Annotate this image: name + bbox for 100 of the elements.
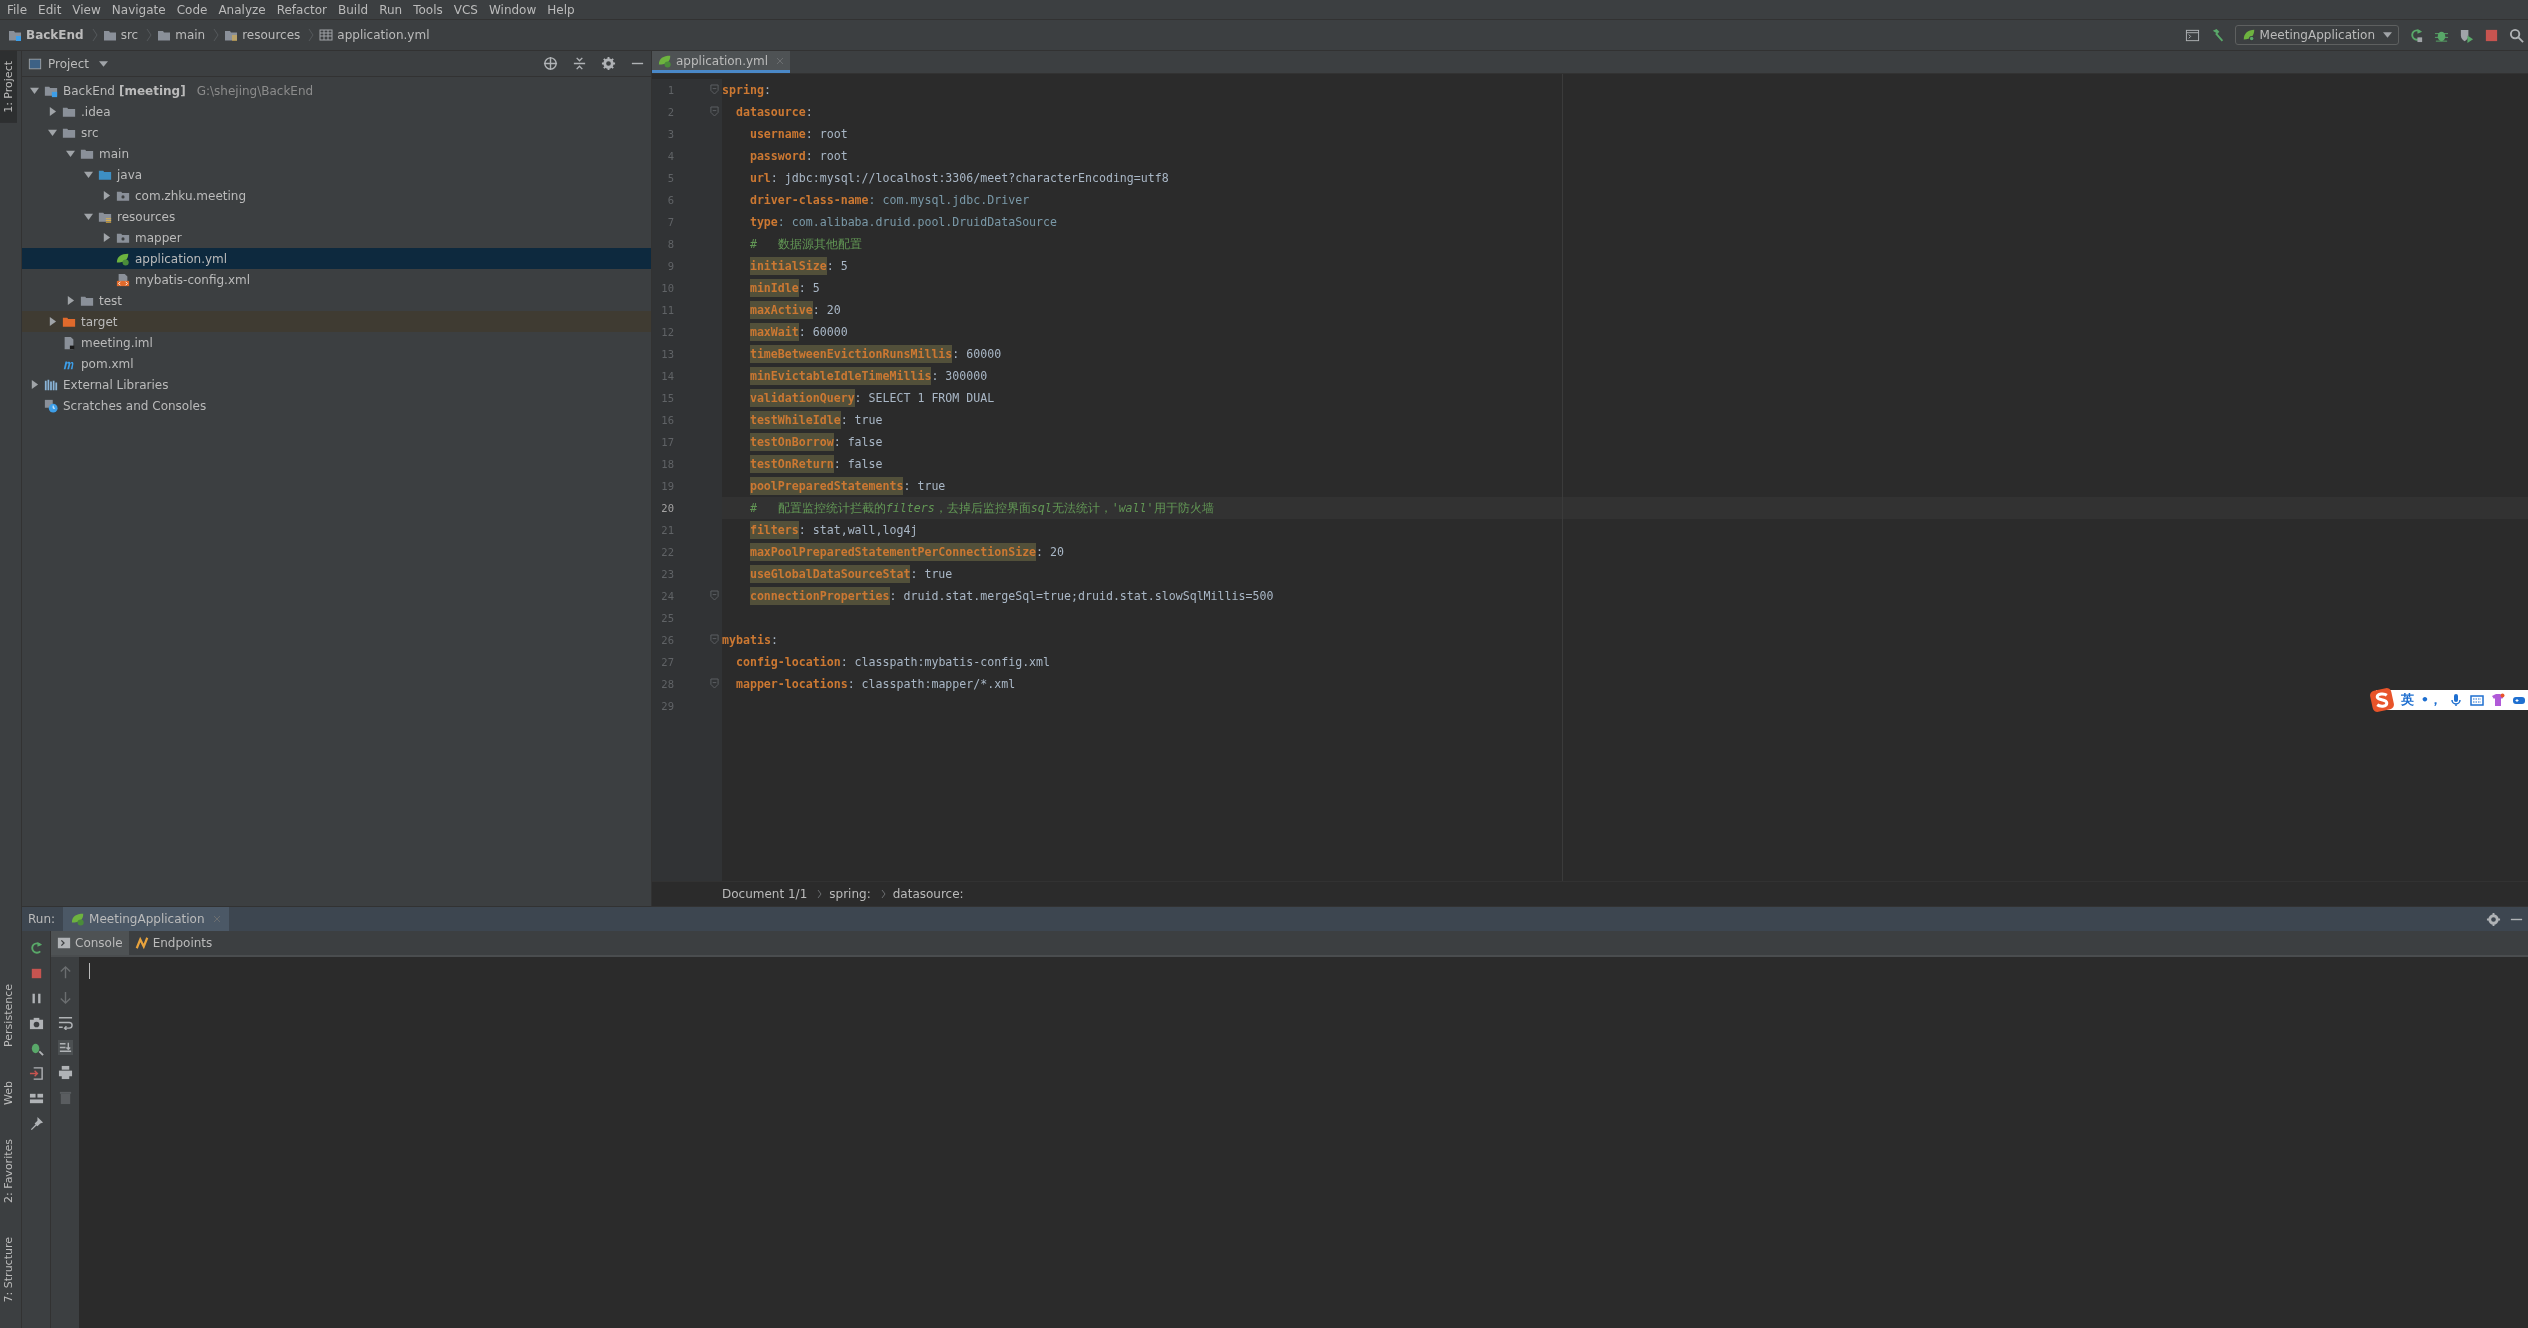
leaf-icon: [71, 912, 86, 926]
panel-title: Run:: [28, 912, 56, 926]
tool-window-button[interactable]: 2: Favorites: [0, 1128, 21, 1213]
menu-item[interactable]: Window: [483, 2, 542, 17]
expanded-arrow-icon[interactable]: [48, 128, 57, 137]
tree-item[interactable]: com.zhku.meeting: [22, 185, 651, 206]
menu-item[interactable]: Code: [171, 2, 213, 17]
leaf-icon: [658, 53, 672, 68]
soft-wrap-icon[interactable]: [57, 1015, 73, 1030]
stop-icon[interactable]: [2484, 27, 2499, 43]
module-folder-icon: [8, 28, 22, 42]
menu-item[interactable]: Run: [374, 2, 408, 17]
rerun-icon[interactable]: [28, 941, 44, 956]
collapsed-arrow-icon[interactable]: [102, 191, 111, 200]
tool-window-button[interactable]: Web: [0, 1070, 21, 1115]
fold-marker-icon[interactable]: [710, 678, 719, 689]
run-tab[interactable]: MeetingApplication: [63, 907, 229, 931]
collapsed-arrow-icon[interactable]: [30, 380, 39, 389]
tree-item[interactable]: java: [22, 164, 651, 185]
breadcrumb[interactable]: src: [102, 28, 153, 42]
menu-item[interactable]: Navigate: [106, 2, 171, 17]
collapsed-arrow-icon[interactable]: [48, 317, 57, 326]
expanded-arrow-icon[interactable]: [66, 149, 75, 158]
menu-item[interactable]: Help: [542, 2, 580, 17]
tree-item[interactable]: pom.xml: [22, 353, 651, 374]
collapsed-arrow-icon[interactable]: [48, 107, 57, 116]
keyboard-icon[interactable]: [2470, 693, 2484, 707]
menu-item[interactable]: Tools: [408, 2, 448, 17]
menu-item[interactable]: Edit: [33, 2, 67, 17]
code-line: timeBetweenEvictionRunsMillis: 60000: [749, 347, 1002, 361]
tree-item[interactable]: resources: [22, 206, 651, 227]
tool-window-button[interactable]: Persistence: [0, 973, 21, 1057]
camera-icon[interactable]: [28, 1016, 44, 1031]
collapsed-arrow-icon[interactable]: [102, 233, 111, 242]
code-line: maxActive: 20: [749, 303, 841, 317]
code-line: spring:: [722, 83, 771, 97]
layout-icon[interactable]: [28, 1091, 44, 1106]
console-tab[interactable]: Endpoints: [128, 931, 219, 955]
breadcrumb[interactable]: resources: [224, 28, 315, 42]
tree-item[interactable]: meeting.iml: [22, 332, 651, 353]
tree-item[interactable]: External Libraries: [22, 374, 651, 395]
tree-item[interactable]: test: [22, 290, 651, 311]
tree-item[interactable]: .idea: [22, 101, 651, 122]
menu-item[interactable]: VCS: [448, 2, 483, 17]
menu-item[interactable]: Build: [333, 2, 374, 17]
breadcrumb[interactable]: BackEnd: [8, 28, 98, 42]
tree-item[interactable]: BackEnd [meeting] G:\shejing\BackEnd: [22, 80, 651, 101]
console-tab[interactable]: Console: [51, 931, 129, 955]
fold-marker-icon[interactable]: [710, 106, 719, 117]
folder-icon: [157, 28, 172, 42]
collapsed-arrow-icon[interactable]: [66, 296, 75, 305]
code-line: url: jdbc:mysql://localhost:3306/meet?characterEncoding=utf8: [749, 171, 1169, 185]
crosshair-icon[interactable]: [543, 56, 558, 71]
fold-marker-icon[interactable]: [710, 84, 719, 95]
shield-run-icon[interactable]: [2459, 27, 2474, 43]
shirt-icon[interactable]: [2491, 693, 2505, 707]
tree-item[interactable]: target: [22, 311, 651, 332]
settings-icon[interactable]: [601, 56, 616, 71]
tree-item[interactable]: Scratches and Consoles: [22, 395, 651, 416]
editor-tab[interactable]: application.yml: [652, 51, 791, 73]
settings-icon[interactable]: [2486, 911, 2501, 927]
code-line: mybatis:: [722, 633, 778, 647]
window-icon[interactable]: [2184, 27, 2200, 43]
folder-icon: [102, 28, 117, 42]
expanded-arrow-icon[interactable]: [30, 86, 39, 95]
chevron-icon: [817, 887, 824, 901]
pin-icon[interactable]: [28, 1116, 44, 1131]
menu-item[interactable]: View: [67, 2, 106, 17]
menu-item[interactable]: Refactor: [271, 2, 333, 17]
tree-item[interactable]: src: [22, 122, 651, 143]
fold-marker-icon[interactable]: [710, 634, 719, 645]
breadcrumb[interactable]: main: [157, 28, 220, 42]
scroll-to-end-icon[interactable]: [57, 1040, 73, 1055]
menu-item[interactable]: File: [2, 2, 33, 17]
punctuation-indicator[interactable]: •，: [2420, 691, 2442, 709]
exit-icon[interactable]: [28, 1066, 44, 1081]
print-icon[interactable]: [57, 1065, 73, 1080]
expanded-arrow-icon[interactable]: [84, 170, 93, 179]
tree-item[interactable]: main: [22, 143, 651, 164]
expanded-arrow-icon[interactable]: [84, 212, 93, 221]
tree-item[interactable]: mybatis-config.xml: [22, 269, 651, 290]
tool-window-button[interactable]: 1: Project: [0, 51, 17, 123]
breadcrumb[interactable]: datasource:: [892, 887, 964, 901]
fold-marker-icon[interactable]: [710, 590, 719, 601]
breadcrumb[interactable]: Document 1/1: [722, 887, 808, 901]
tree-item[interactable]: application.yml: [22, 248, 651, 269]
microphone-icon[interactable]: [2449, 693, 2463, 707]
breadcrumb[interactable]: application.yml: [319, 28, 430, 42]
tree-item[interactable]: mapper: [22, 227, 651, 248]
collapse-icon[interactable]: [572, 56, 587, 71]
table-icon: [319, 28, 334, 42]
run-configuration-dropdown[interactable]: MeetingApplication: [2234, 25, 2399, 45]
language-indicator[interactable]: 英: [2400, 691, 2414, 709]
breadcrumb[interactable]: spring:: [829, 887, 871, 901]
tool-window-button[interactable]: 7: Structure: [0, 1226, 21, 1312]
search-icon[interactable]: [2509, 27, 2524, 43]
rerun-icon[interactable]: [2409, 27, 2424, 43]
menu-item[interactable]: Analyze: [213, 2, 271, 17]
code-line: config-location: classpath:mybatis-config.xml: [735, 655, 1051, 669]
project-view-dropdown[interactable]: Project: [28, 56, 109, 71]
